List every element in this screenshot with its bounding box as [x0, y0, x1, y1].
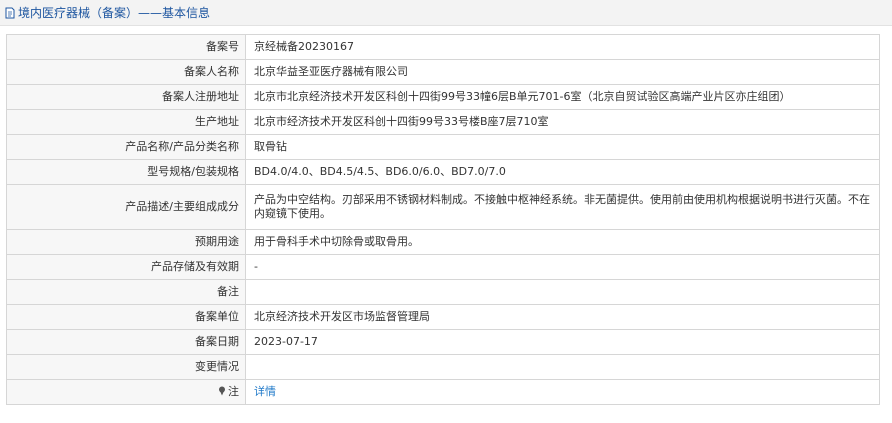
row-value: 北京市北京经济技术开发区科创十四街99号33幢6层B单元701-6室（北京自贸试…: [245, 84, 880, 110]
table-row: 备案人名称 北京华益圣亚医疗器械有限公司: [6, 59, 880, 85]
row-value: 2023-07-17: [245, 329, 880, 355]
row-value: 北京市经济技术开发区科创十四街99号33号楼B座7层710室: [245, 109, 880, 135]
row-value: [245, 279, 880, 305]
note-row: 注 详情: [6, 379, 880, 405]
row-label: 变更情况: [6, 354, 246, 380]
page-header: 境内医疗器械（备案）——基本信息: [0, 0, 892, 26]
row-value: 产品为中空结构。刃部采用不锈钢材料制成。不接触中枢神经系统。非无菌提供。使用前由…: [245, 184, 880, 230]
table-row: 备注: [6, 279, 880, 305]
row-value: [245, 354, 880, 380]
row-label: 预期用途: [6, 229, 246, 255]
page-title: 境内医疗器械（备案）——基本信息: [18, 6, 211, 20]
row-value: 北京经济技术开发区市场监督管理局: [245, 304, 880, 330]
document-icon: [5, 7, 15, 18]
row-value: BD4.0/4.0、BD4.5/4.5、BD6.0/6.0、BD7.0/7.0: [245, 159, 880, 185]
row-label: 备案单位: [6, 304, 246, 330]
note-value-cell: 详情: [245, 379, 880, 405]
row-label: 备案日期: [6, 329, 246, 355]
table-row: 预期用途 用于骨科手术中切除骨或取骨用。: [6, 229, 880, 255]
detail-table: 备案号 京经械备20230167 备案人名称 北京华益圣亚医疗器械有限公司 备案…: [6, 34, 880, 405]
table-row: 备案号 京经械备20230167: [6, 34, 880, 60]
row-value: 取骨钻: [245, 134, 880, 160]
details-link[interactable]: 详情: [254, 385, 276, 398]
note-label-cell: 注: [6, 379, 246, 405]
row-label: 备案人名称: [6, 59, 246, 85]
row-label: 产品描述/主要组成成分: [6, 184, 246, 230]
table-row: 备案单位 北京经济技术开发区市场监督管理局: [6, 304, 880, 330]
row-value: -: [245, 254, 880, 280]
row-label: 产品存储及有效期: [6, 254, 246, 280]
table-row: 型号规格/包装规格 BD4.0/4.0、BD4.5/4.5、BD6.0/6.0、…: [6, 159, 880, 185]
table-row: 产品描述/主要组成成分 产品为中空结构。刃部采用不锈钢材料制成。不接触中枢神经系…: [6, 184, 880, 230]
detail-table-container: 备案号 京经械备20230167 备案人名称 北京华益圣亚医疗器械有限公司 备案…: [6, 34, 880, 405]
table-row: 产品名称/产品分类名称 取骨钻: [6, 134, 880, 160]
table-row: 变更情况: [6, 354, 880, 380]
row-label: 备案号: [6, 34, 246, 60]
pin-icon: [219, 386, 225, 396]
row-label: 备案人注册地址: [6, 84, 246, 110]
row-label: 型号规格/包装规格: [6, 159, 246, 185]
table-row: 备案人注册地址 北京市北京经济技术开发区科创十四街99号33幢6层B单元701-…: [6, 84, 880, 110]
table-row: 生产地址 北京市经济技术开发区科创十四街99号33号楼B座7层710室: [6, 109, 880, 135]
row-label: 备注: [6, 279, 246, 305]
row-value: 北京华益圣亚医疗器械有限公司: [245, 59, 880, 85]
note-label: 注: [228, 385, 239, 398]
row-label: 生产地址: [6, 109, 246, 135]
table-row: 备案日期 2023-07-17: [6, 329, 880, 355]
row-value: 用于骨科手术中切除骨或取骨用。: [245, 229, 880, 255]
table-row: 产品存储及有效期 -: [6, 254, 880, 280]
row-value: 京经械备20230167: [245, 34, 880, 60]
row-label: 产品名称/产品分类名称: [6, 134, 246, 160]
